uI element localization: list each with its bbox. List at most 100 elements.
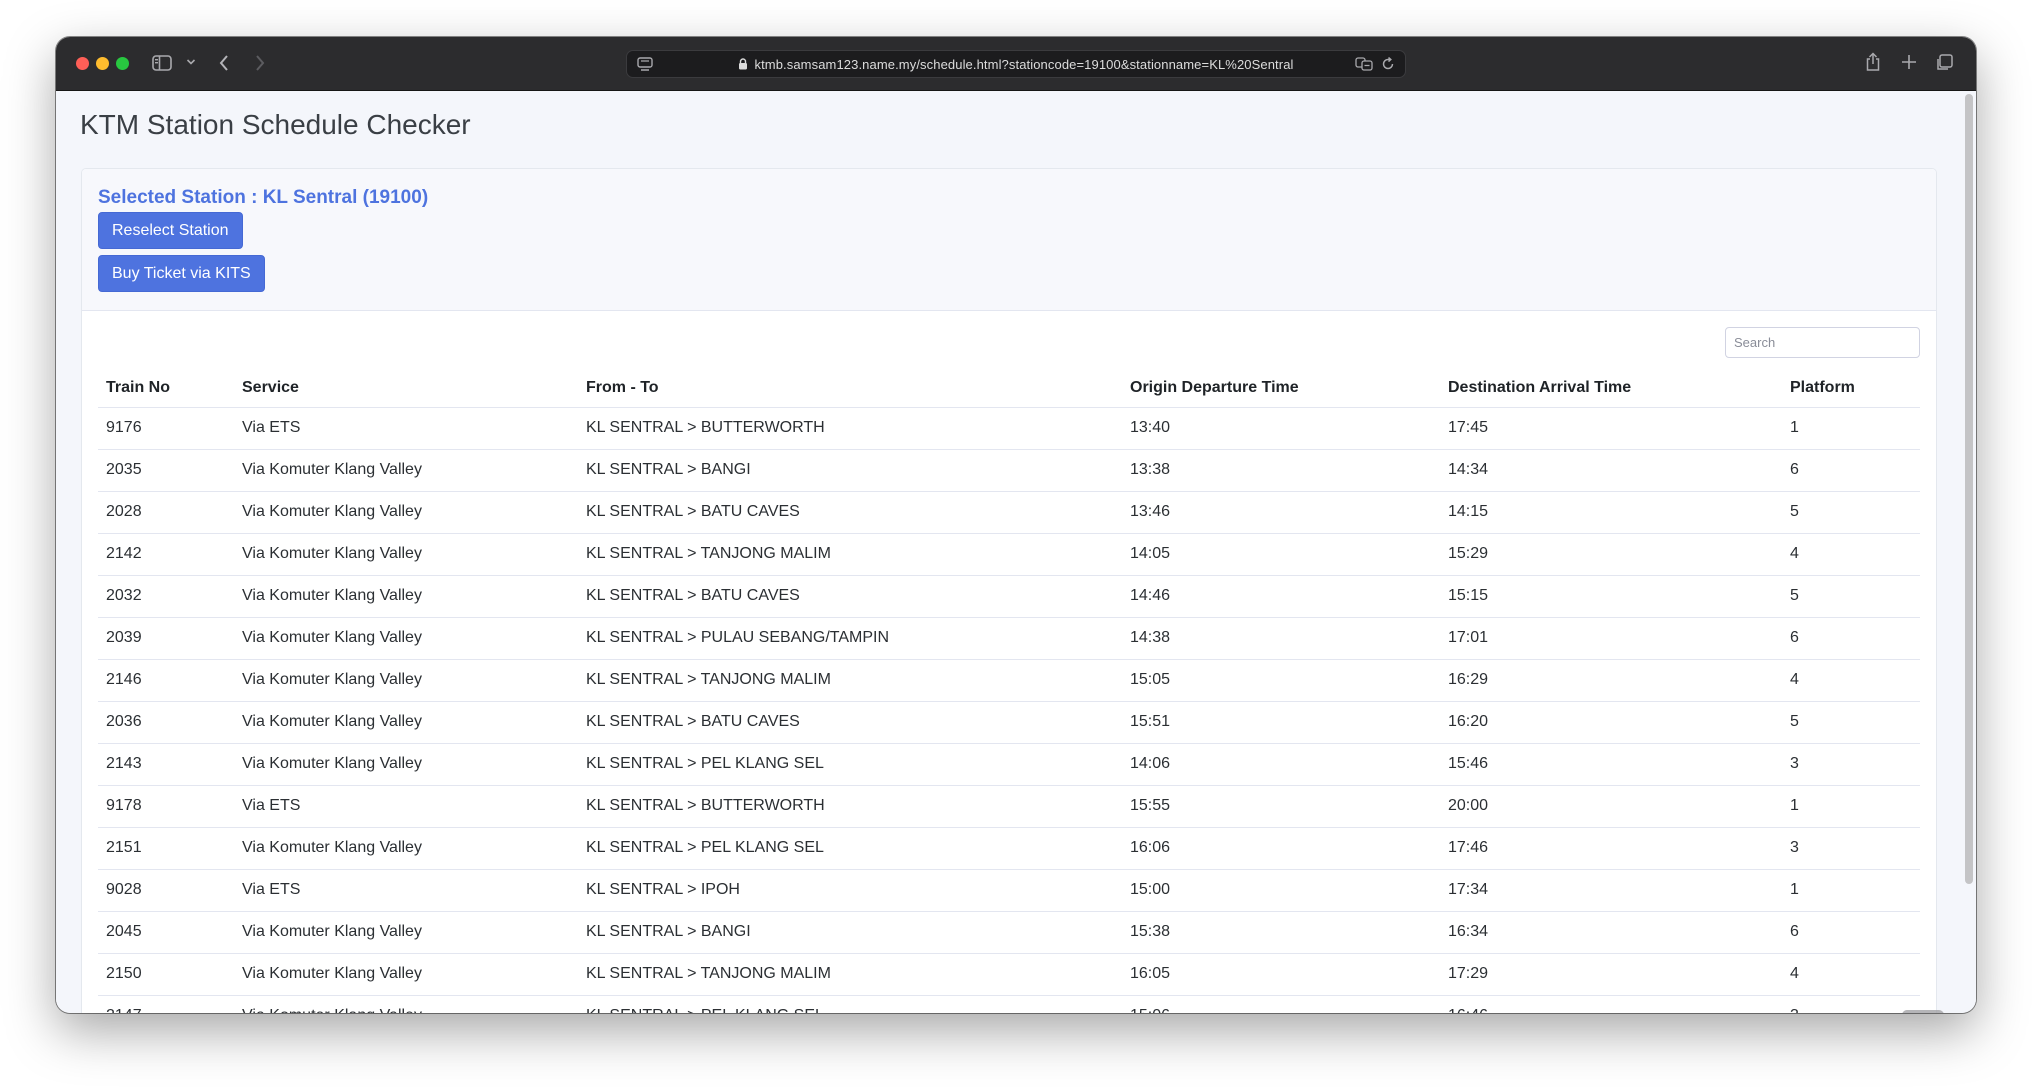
- cell-from-to: KL SENTRAL > BUTTERWORTH: [578, 785, 1122, 828]
- cell-service: Via Komuter Klang Valley: [234, 827, 578, 870]
- header-service[interactable]: Service: [234, 364, 578, 408]
- table-row: 2150 Via Komuter Klang Valley KL SENTRAL >…: [98, 953, 1920, 996]
- cell-service: Via Komuter Klang Valley: [234, 953, 578, 996]
- close-window-button[interactable]: [76, 57, 89, 70]
- cell-destination-arrival: 17:01: [1440, 617, 1782, 660]
- lock-icon: [738, 58, 748, 74]
- table-row: 2147Via Komuter Klang ValleyKL SENTRAL >…: [98, 995, 1920, 1013]
- cell-train-no: 2146: [98, 659, 234, 702]
- scroll-to-top-button[interactable]: [1902, 1010, 1944, 1013]
- cell-platform: 3: [1782, 995, 1920, 1013]
- cell-service: Via Komuter Klang Valley: [234, 491, 578, 534]
- cell-train-no: 2028: [98, 491, 234, 534]
- header-destination-arrival[interactable]: Destination Arrival Time: [1440, 364, 1782, 408]
- scrollbar[interactable]: [1962, 91, 1976, 1013]
- cell-destination-arrival: 15:46: [1440, 743, 1782, 786]
- cell-service: Via Komuter Klang Valley: [234, 743, 578, 786]
- cell-destination-arrival: 16:29: [1440, 659, 1782, 702]
- minimize-window-button[interactable]: [96, 57, 109, 70]
- cell-train-no: 9178: [98, 785, 234, 828]
- schedule-card: Selected Station : KL Sentral (19100) Re…: [81, 168, 1937, 1013]
- cell-origin-departure: 14:38: [1122, 617, 1440, 660]
- cell-origin-departure: 13:38: [1122, 449, 1440, 492]
- chevron-down-icon[interactable]: [186, 58, 196, 66]
- cell-train-no: 9176: [98, 407, 234, 450]
- share-icon[interactable]: [1865, 52, 1881, 72]
- cell-origin-departure: 15:55: [1122, 785, 1440, 828]
- cell-from-to: KL SENTRAL > BANGI: [578, 449, 1122, 492]
- cell-origin-departure: 14:05: [1122, 533, 1440, 576]
- header-from-to[interactable]: From - To: [578, 364, 1122, 408]
- cell-platform: 6: [1782, 449, 1920, 492]
- address-bar[interactable]: ktmb.samsam123.name.my/schedule.html?sta…: [626, 50, 1406, 78]
- cell-origin-departure: 15:00: [1122, 869, 1440, 912]
- cell-service: Via Komuter Klang Valley: [234, 911, 578, 954]
- table-row: 2143 Via Komuter Klang Valley KL SENTRAL >…: [98, 743, 1920, 786]
- buy-ticket-button[interactable]: Buy Ticket via KITS: [98, 255, 265, 292]
- chevron-right-icon[interactable]: [254, 54, 266, 72]
- cell-destination-arrival: 17:46: [1440, 827, 1782, 870]
- header-train-no[interactable]: Train No: [98, 364, 234, 408]
- selected-station-label: Selected Station : KL Sentral (19100): [98, 187, 429, 208]
- cell-from-to: KL SENTRAL > TANJONG MALIM: [578, 533, 1122, 576]
- cell-service: Via Komuter Klang Valley: [234, 575, 578, 618]
- cell-platform: 5: [1782, 701, 1920, 744]
- table-row: 2151 Via Komuter Klang Valley KL SENTRAL >…: [98, 827, 1920, 870]
- header-platform[interactable]: Platform: [1782, 364, 1920, 408]
- translate-icon[interactable]: [1355, 57, 1373, 76]
- reselect-station-button[interactable]: Reselect Station: [98, 212, 243, 249]
- cell-service: Via Komuter Klang Valley: [234, 533, 578, 576]
- cell-platform: 5: [1782, 491, 1920, 534]
- cell-service: Via Komuter Klang Valley: [234, 701, 578, 744]
- table-row: 2142 Via Komuter Klang Valley KL SENTRAL >…: [98, 533, 1920, 576]
- reload-icon[interactable]: [1381, 56, 1395, 76]
- tab-overview-icon[interactable]: [1935, 54, 1953, 72]
- cell-destination-arrival: 17:29: [1440, 953, 1782, 996]
- cell-destination-arrival: 15:15: [1440, 575, 1782, 618]
- cell-platform: 1: [1782, 785, 1920, 828]
- table-row: 2032 Via Komuter Klang Valley KL SENTRAL >…: [98, 575, 1920, 618]
- cell-platform: 3: [1782, 827, 1920, 870]
- browser-window: ktmb.samsam123.name.my/schedule.html?sta…: [56, 37, 1976, 1013]
- cell-train-no: 2143: [98, 743, 234, 786]
- cell-train-no: 2142: [98, 533, 234, 576]
- cell-from-to: KL SENTRAL > PEL KLANG SEL: [578, 995, 1122, 1013]
- cell-destination-arrival: 16:34: [1440, 911, 1782, 954]
- cell-from-to: KL SENTRAL > TANJONG MALIM: [578, 659, 1122, 702]
- cell-origin-departure: 16:05: [1122, 953, 1440, 996]
- scrollbar-thumb[interactable]: [1965, 94, 1973, 884]
- cell-train-no: 2032: [98, 575, 234, 618]
- cell-platform: 4: [1782, 659, 1920, 702]
- card-header: Selected Station : KL Sentral (19100) Re…: [82, 169, 1936, 311]
- page-title: KTM Station Schedule Checker: [80, 109, 471, 140]
- search-input[interactable]: [1725, 327, 1920, 358]
- header-origin-departure[interactable]: Origin Departure Time: [1122, 364, 1440, 408]
- table-row: 2035 Via Komuter Klang Valley KL SENTRAL >…: [98, 449, 1920, 492]
- table-row: 2028 Via Komuter Klang Valley KL SENTRAL >…: [98, 491, 1920, 534]
- cell-destination-arrival: 15:29: [1440, 533, 1782, 576]
- cell-destination-arrival: 20:00: [1440, 785, 1782, 828]
- cell-service: Via ETS: [234, 407, 578, 450]
- cell-origin-departure: 15:38: [1122, 911, 1440, 954]
- cell-platform: 1: [1782, 407, 1920, 450]
- cell-platform: 6: [1782, 617, 1920, 660]
- sidebar-icon[interactable]: [152, 54, 172, 72]
- url-text: ktmb.samsam123.name.my/schedule.html?sta…: [627, 57, 1405, 74]
- cell-from-to: KL SENTRAL > BATU CAVES: [578, 491, 1122, 534]
- plus-icon[interactable]: [1901, 54, 1917, 70]
- cell-from-to: KL SENTRAL > BATU CAVES: [578, 575, 1122, 618]
- cell-train-no: 2036: [98, 701, 234, 744]
- page-viewport: KTM Station Schedule Checker Selected St…: [56, 91, 1976, 1013]
- cell-train-no: 2039: [98, 617, 234, 660]
- cell-platform: 5: [1782, 575, 1920, 618]
- url-value: ktmb.samsam123.name.my/schedule.html?sta…: [754, 57, 1294, 72]
- cell-from-to: KL SENTRAL > TANJONG MALIM: [578, 953, 1122, 996]
- chevron-left-icon[interactable]: [218, 54, 230, 72]
- cell-from-to: KL SENTRAL > IPOH: [578, 869, 1122, 912]
- cell-from-to: KL SENTRAL > BATU CAVES: [578, 701, 1122, 744]
- cell-origin-departure: 13:40: [1122, 407, 1440, 450]
- cell-platform: 4: [1782, 533, 1920, 576]
- zoom-window-button[interactable]: [116, 57, 129, 70]
- cell-destination-arrival: 16:46: [1440, 995, 1782, 1013]
- browser-toolbar: ktmb.samsam123.name.my/schedule.html?sta…: [56, 37, 1976, 91]
